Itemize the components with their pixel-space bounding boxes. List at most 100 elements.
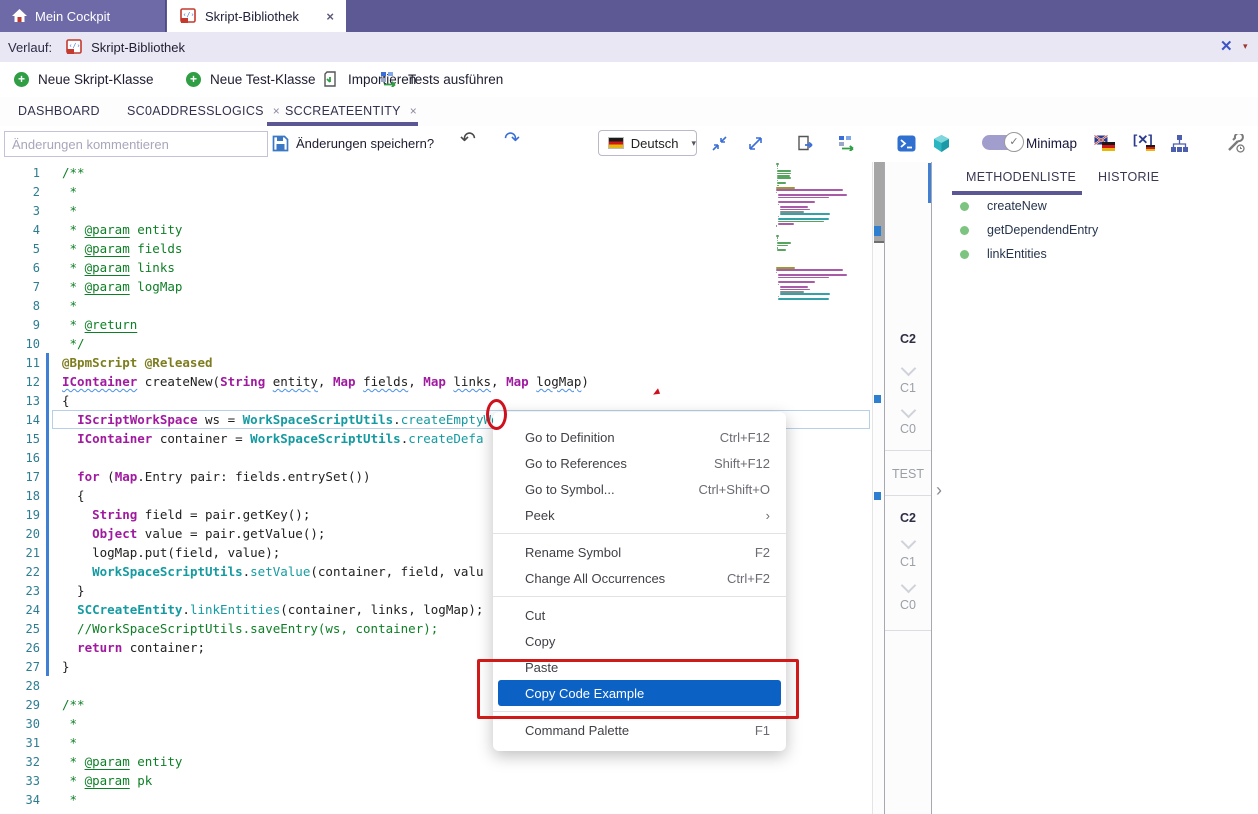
code-line[interactable]: 12IContainer createNew(String entity, Ma… bbox=[0, 372, 619, 391]
code-line[interactable]: 32 * @param entity bbox=[0, 752, 619, 771]
code-line[interactable]: 9 * @return bbox=[0, 315, 619, 334]
code-line[interactable]: 4 * @param entity bbox=[0, 220, 619, 239]
code-line[interactable]: 2 * bbox=[0, 182, 619, 201]
code-line[interactable]: 3 * bbox=[0, 201, 619, 220]
language-dropdown[interactable]: Deutsch ▾ bbox=[598, 130, 697, 156]
terminal-icon[interactable] bbox=[897, 135, 916, 152]
code-line[interactable]: 33 * @param pk bbox=[0, 771, 619, 790]
expand-icon[interactable] bbox=[748, 136, 763, 151]
save-icon[interactable] bbox=[272, 135, 289, 152]
translate-x-icon[interactable]: [✕] bbox=[1133, 132, 1153, 148]
strip-tab-c0[interactable]: C0 bbox=[885, 422, 931, 436]
menu-item-cut[interactable]: Cut bbox=[493, 602, 786, 628]
strip-tab-test[interactable]: TEST bbox=[885, 467, 931, 481]
menu-item-go-to-references[interactable]: Go to ReferencesShift+F12 bbox=[493, 450, 786, 476]
panel-expand-icon[interactable]: › bbox=[936, 480, 942, 501]
code-text: * @param logMap bbox=[49, 279, 182, 294]
minimap[interactable] bbox=[776, 163, 862, 483]
minimap-line bbox=[776, 192, 777, 194]
collapse-icon[interactable] bbox=[712, 136, 727, 151]
code-line[interactable]: 10 */ bbox=[0, 334, 619, 353]
code-text: { bbox=[49, 488, 85, 503]
menu-item-rename-symbol[interactable]: Rename SymbolF2 bbox=[493, 539, 786, 565]
editor-scrollbar[interactable] bbox=[872, 162, 884, 814]
menu-item-copy[interactable]: Copy bbox=[493, 628, 786, 654]
annotation-rectangle bbox=[477, 659, 799, 719]
code-text: * bbox=[49, 735, 77, 750]
save-changes-label[interactable]: Änderungen speichern? bbox=[296, 136, 434, 151]
code-line[interactable]: 1/** bbox=[0, 163, 619, 182]
strip-divider bbox=[885, 630, 931, 631]
strip-tab-c2[interactable]: C2 bbox=[885, 511, 931, 525]
minimap-line bbox=[777, 237, 778, 239]
minimap-line bbox=[780, 213, 829, 215]
code-text: for (Map.Entry pair: fields.entrySet()) bbox=[49, 469, 371, 484]
german-flag-mini-icon bbox=[1146, 145, 1155, 151]
undo-icon[interactable]: ↶ bbox=[460, 128, 476, 151]
menu-separator bbox=[493, 596, 786, 597]
code-text: * @return bbox=[49, 317, 137, 332]
method-item[interactable]: linkEntities bbox=[960, 247, 1047, 261]
code-text: logMap.put(field, value); bbox=[49, 545, 280, 560]
close-icon[interactable]: × bbox=[273, 104, 280, 118]
maintenance-tools-icon[interactable] bbox=[1226, 134, 1245, 153]
strip-tab-c1[interactable]: C1 bbox=[885, 381, 931, 395]
strip-tab-c1[interactable]: C1 bbox=[885, 555, 931, 569]
close-icon[interactable]: × bbox=[410, 104, 417, 118]
new-test-class-button[interactable]: + Neue Test-Klasse bbox=[186, 62, 316, 96]
minimap-line bbox=[777, 175, 790, 177]
run-tests-icon[interactable] bbox=[838, 135, 857, 151]
method-item[interactable]: createNew bbox=[960, 199, 1047, 213]
method-item[interactable]: getDependendEntry bbox=[960, 223, 1098, 237]
line-number: 34 bbox=[0, 793, 46, 807]
run-tests-button[interactable]: Tests ausführen bbox=[380, 62, 503, 96]
tab-sccreateentity[interactable]: SCCREATEENTITY × bbox=[285, 97, 417, 125]
comment-input[interactable] bbox=[4, 131, 268, 157]
code-text: * @param fields bbox=[49, 241, 182, 256]
code-line[interactable]: 6 * @param links bbox=[0, 258, 619, 277]
window-tab-cockpit[interactable]: Mein Cockpit bbox=[0, 0, 166, 32]
strip-tab-c0[interactable]: C0 bbox=[885, 598, 931, 612]
cube-icon[interactable] bbox=[932, 134, 951, 153]
minimap-line bbox=[777, 170, 791, 172]
redo-icon[interactable]: ↷ bbox=[504, 128, 520, 151]
line-number: 22 bbox=[0, 565, 46, 579]
copy-document-icon[interactable] bbox=[797, 135, 815, 153]
minimap-toggle[interactable]: ✓ bbox=[982, 135, 1016, 150]
code-text: //WorkSpaceScriptUtils.saveEntry(ws, con… bbox=[49, 621, 438, 636]
code-line[interactable]: 11@BpmScript @Released bbox=[0, 353, 619, 372]
close-history-icon[interactable]: ✕ bbox=[1220, 37, 1233, 55]
minimap-line bbox=[777, 249, 786, 251]
menu-item-peek[interactable]: Peek› bbox=[493, 502, 786, 528]
line-number: 10 bbox=[0, 337, 46, 351]
minimap-line bbox=[777, 240, 778, 242]
tab-methodenliste[interactable]: METHODENLISTE bbox=[966, 170, 1076, 184]
menu-item-command-palette[interactable]: Command PaletteF1 bbox=[493, 717, 786, 743]
tab-sc0addresslogics[interactable]: SC0ADDRESSLOGICS × bbox=[127, 97, 280, 125]
translate-flags-icon[interactable] bbox=[1094, 135, 1116, 152]
line-number: 12 bbox=[0, 375, 46, 389]
menu-item-label: Command Palette bbox=[525, 723, 755, 738]
menu-item-change-all-occurrences[interactable]: Change All OccurrencesCtrl+F2 bbox=[493, 565, 786, 591]
tab-historie[interactable]: HISTORIE bbox=[1098, 170, 1159, 184]
close-icon[interactable]: × bbox=[326, 9, 334, 24]
code-line[interactable]: 35 * @return bbox=[0, 809, 619, 814]
strip-tab-c2[interactable]: C2 bbox=[885, 332, 931, 346]
right-panel: METHODENLISTE HISTORIE createNew getDepen… bbox=[932, 162, 1258, 814]
code-line[interactable]: 8 * bbox=[0, 296, 619, 315]
history-link[interactable]: Skript-Bibliothek bbox=[91, 40, 185, 55]
window-tab-skript-bibliothek[interactable]: ‹/› Skript-Bibliothek × bbox=[167, 0, 346, 32]
menu-item-go-to-definition[interactable]: Go to DefinitionCtrl+F12 bbox=[493, 424, 786, 450]
minimap-line bbox=[776, 272, 777, 274]
new-script-class-button[interactable]: + Neue Skript-Klasse bbox=[14, 62, 154, 96]
code-line[interactable]: 34 * bbox=[0, 790, 619, 809]
editor-tab-bar: DASHBOARD SC0ADDRESSLOGICS × SCCREATEENT… bbox=[0, 97, 1258, 126]
code-line[interactable]: 7 * @param logMap bbox=[0, 277, 619, 296]
tab-dashboard[interactable]: DASHBOARD bbox=[18, 97, 100, 125]
history-caret-icon[interactable]: ▾ bbox=[1243, 41, 1248, 52]
code-text: IContainer container = WorkSpaceScriptUt… bbox=[49, 431, 483, 446]
code-line[interactable]: 5 * @param fields bbox=[0, 239, 619, 258]
hierarchy-icon[interactable] bbox=[1170, 134, 1189, 153]
menu-item-go-to-symbol[interactable]: Go to Symbol...Ctrl+Shift+O bbox=[493, 476, 786, 502]
code-line[interactable]: 13{ bbox=[0, 391, 619, 410]
